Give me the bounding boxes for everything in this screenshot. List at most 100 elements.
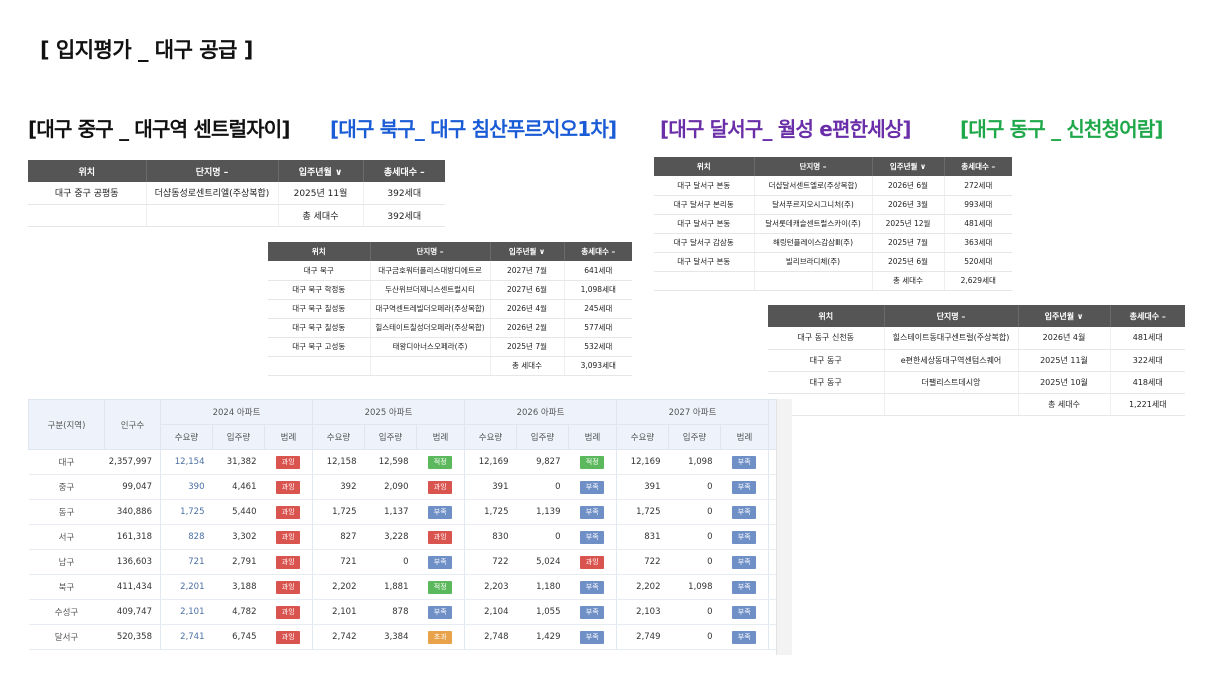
- col-header-location[interactable]: 위치: [28, 160, 146, 182]
- status-badge: 과잉: [276, 630, 301, 644]
- total-row: 총 세대수 3,093세대: [268, 356, 632, 376]
- demand-cell: 2,741: [160, 624, 213, 650]
- total-value: 1,221세대: [1109, 393, 1185, 416]
- location-cell: 대구 동구 신천동: [768, 327, 884, 350]
- status-badge: 과잉: [276, 505, 301, 519]
- status-badge: 과잉: [276, 480, 301, 494]
- total-label: 총 세대수: [277, 204, 363, 227]
- status-badge: 과잉: [276, 530, 301, 544]
- complex-cell: 대구금호워터폴리스대방디에트르: [369, 261, 490, 281]
- demand-cell: 721: [160, 549, 213, 575]
- demand-cell: 2,202: [616, 574, 669, 600]
- legend-cell: 과잉: [264, 499, 313, 525]
- location-cell: 대구 북구: [268, 261, 370, 281]
- dalseogu-complex-table: 위치 단지명 – 입주년월 ∨ 총세대수 – 대구 달서구 본동 더샵달서센트엘로…: [654, 157, 1012, 291]
- table-row: 대구 2,357,997 12,154 31,382 과잉 12,158 12,598 적정 1…: [28, 449, 789, 475]
- col-header-households[interactable]: 총세대수 –: [563, 242, 632, 261]
- status-badge: 부족: [732, 605, 757, 619]
- complex-cell: 더샵달서센트엘로(주상복합): [753, 176, 872, 196]
- population-cell: 520,358: [104, 624, 161, 650]
- legend-cell: 부족: [568, 499, 617, 525]
- status-badge: 적정: [580, 455, 605, 469]
- demand-cell: 2,103: [616, 599, 669, 625]
- move-in-cell: 2025년 6월: [871, 252, 944, 272]
- table-row: 대구 북구 칠성동 힐스테이트칠성더오페라(주상복합) 2026년 2월 577세대: [268, 318, 632, 338]
- col-header-complex[interactable]: 단지명 –: [753, 157, 872, 176]
- total-value: 2,629세대: [943, 271, 1012, 291]
- population-cell: 340,886: [104, 499, 161, 525]
- supply-cell: 1,055: [516, 599, 569, 625]
- supply-cell: 1,139: [516, 499, 569, 525]
- supply-cell: 3,188: [212, 574, 265, 600]
- status-badge: 부족: [732, 530, 757, 544]
- supply-cell: 0: [364, 549, 417, 575]
- demand-cell: 2,749: [616, 624, 669, 650]
- location-cell: 대구 달서구 감삼동: [654, 233, 754, 253]
- legend-cell: 적정: [416, 574, 465, 600]
- complex-cell: 해링턴플레이스감삼Ⅲ(주): [753, 233, 872, 253]
- demand-cell: 828: [160, 524, 213, 550]
- col-header-location[interactable]: 위치: [268, 242, 370, 261]
- complex-cell: 힐스테이트칠성더오페라(주상복합): [369, 318, 490, 338]
- table-row: 동구 340,886 1,725 5,440 과잉 1,725 1,137 부족 1,725 1,…: [28, 499, 789, 525]
- complex-cell: 달서푸르지오시그니처(주): [753, 195, 872, 215]
- supply-cell: 0: [668, 499, 721, 525]
- total-value: 392세대: [362, 204, 445, 227]
- legend-cell: 과잉: [416, 524, 465, 550]
- supply-cell: 0: [668, 524, 721, 550]
- col-header-move-in[interactable]: 입주년월 ∨: [871, 157, 944, 176]
- demand-cell: 391: [464, 474, 517, 500]
- header-supply: 입주량: [516, 424, 569, 450]
- col-header-move-in[interactable]: 입주년월 ∨: [489, 242, 564, 261]
- demand-cell: 391: [616, 474, 669, 500]
- region-cell: 중구: [28, 474, 105, 500]
- scrollbar[interactable]: [776, 399, 792, 655]
- legend-cell: 부족: [568, 574, 617, 600]
- households-cell: 520세대: [943, 252, 1012, 272]
- col-header-location[interactable]: 위치: [768, 305, 884, 327]
- header-demand: 수요량: [160, 424, 213, 450]
- move-in-cell: 2027년 6월: [489, 280, 564, 300]
- status-badge: 부족: [732, 630, 757, 644]
- col-header-complex[interactable]: 단지명 –: [369, 242, 490, 261]
- location-cell: 대구 북구 고성동: [268, 337, 370, 357]
- supply-cell: 12,598: [364, 449, 417, 475]
- status-badge: 초과: [428, 630, 453, 644]
- location-cell: 대구 북구 학정동: [268, 280, 370, 300]
- legend-cell: 부족: [568, 624, 617, 650]
- header-demand: 수요량: [312, 424, 365, 450]
- col-header-move-in[interactable]: 입주년월 ∨: [1017, 305, 1110, 327]
- supply-cell: 878: [364, 599, 417, 625]
- demand-cell: 2,748: [464, 624, 517, 650]
- location-cell: 대구 북구 칠성동: [268, 299, 370, 319]
- col-header-households[interactable]: 총세대수 –: [1109, 305, 1185, 327]
- table-row: 대구 동구 더팰리스트데시앙 2025년 10월 418세대: [768, 371, 1185, 394]
- header-year-2027: 2027 아파트: [616, 399, 769, 425]
- col-header-households[interactable]: 총세대수 –: [943, 157, 1012, 176]
- col-header-complex[interactable]: 단지명 –: [883, 305, 1018, 327]
- demand-cell: 1,725: [616, 499, 669, 525]
- section-title-donggu: [대구 동구 _ 신천청어람]: [960, 117, 1164, 141]
- move-in-cell: 2025년 12월: [871, 214, 944, 234]
- total-label: 총 세대수: [1017, 393, 1110, 416]
- move-in-cell: 2026년 4월: [489, 299, 564, 319]
- col-header-households[interactable]: 총세대수 –: [362, 160, 445, 182]
- col-header-complex[interactable]: 단지명 –: [145, 160, 278, 182]
- status-badge: 부족: [732, 555, 757, 569]
- header-population: 인구수: [104, 399, 161, 450]
- move-in-cell: 2025년 7월: [871, 233, 944, 253]
- table-row: 대구 달서구 본동 빌리브라디체(주) 2025년 6월 520세대: [654, 252, 1012, 272]
- legend-cell: 과잉: [264, 574, 313, 600]
- supply-cell: 1,180: [516, 574, 569, 600]
- demand-cell: 722: [616, 549, 669, 575]
- header-year-2024: 2024 아파트: [160, 399, 313, 425]
- table-row: 대구 중구 공평동 더샵동성로센트리엘(주상복합) 2025년 11월 392세…: [28, 182, 445, 205]
- table-row: 서구 161,318 828 3,302 과잉 827 3,228 과잉 830 0 부족 831 0 부…: [28, 524, 789, 550]
- location-cell: 대구 동구: [768, 371, 884, 394]
- col-header-move-in[interactable]: 입주년월 ∨: [277, 160, 363, 182]
- supply-cell: 1,098: [668, 574, 721, 600]
- region-cell: 수성구: [28, 599, 105, 625]
- col-header-location[interactable]: 위치: [654, 157, 754, 176]
- header-supply: 입주량: [364, 424, 417, 450]
- population-cell: 2,357,997: [104, 449, 161, 475]
